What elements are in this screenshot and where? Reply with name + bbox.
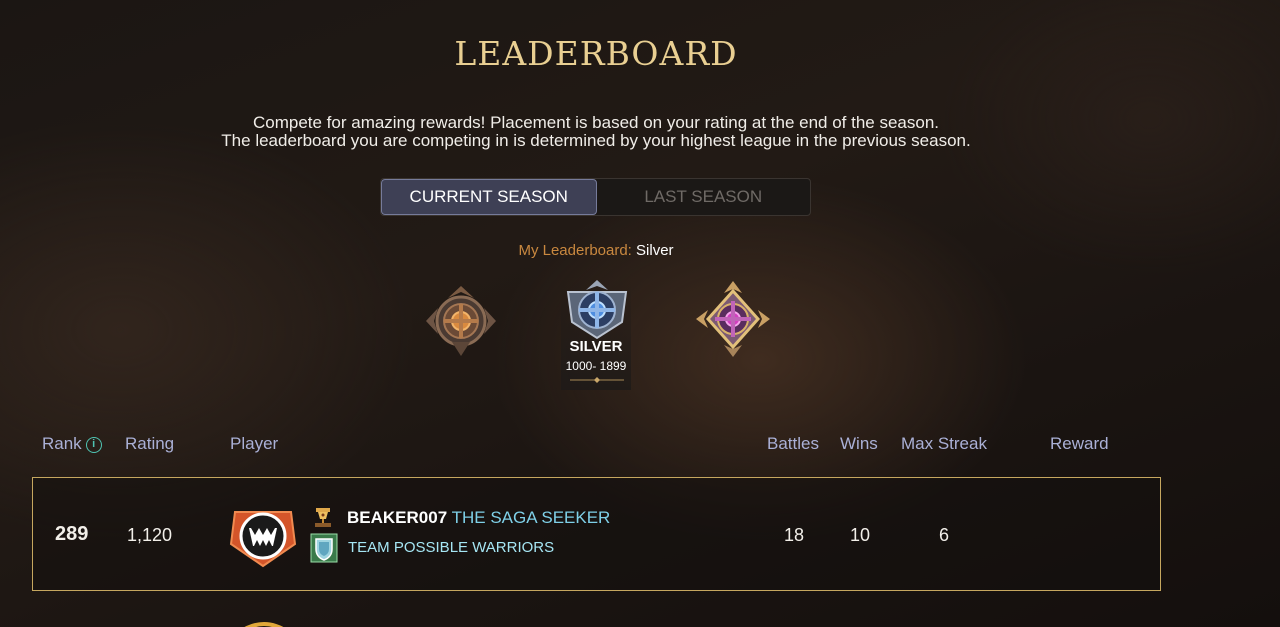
my-leaderboard: My Leaderboard: Silver	[0, 242, 1192, 259]
table-row[interactable]	[32, 477, 1161, 591]
guild-shield-icon[interactable]	[310, 533, 338, 563]
silver-league-icon[interactable]	[562, 280, 632, 340]
silver-league-range: 1000- 1899	[565, 359, 627, 373]
column-rank-label: Rank	[42, 434, 82, 453]
my-leaderboard-value: Silver	[636, 242, 674, 259]
row-battles: 18	[784, 525, 805, 545]
row-rating: 1,120	[127, 525, 173, 545]
row-wins: 10	[850, 525, 871, 545]
next-row-avatar-icon[interactable]	[230, 612, 310, 627]
description-line-2: The leaderboard you are competing in is …	[221, 131, 971, 150]
guild-name[interactable]: TEAM POSSIBLE WARRIORS	[348, 539, 554, 556]
column-player: Player	[230, 434, 279, 453]
my-leaderboard-label: My Leaderboard:	[518, 242, 632, 259]
column-wins: Wins	[840, 434, 878, 453]
column-reward: Reward	[1050, 434, 1109, 453]
silver-league-name: SILVER	[569, 338, 623, 355]
page-title: LEADERBOARD	[454, 34, 738, 73]
monster-avatar-icon[interactable]	[229, 504, 297, 568]
column-rank: Rank i	[42, 434, 102, 454]
title-trophy-icon	[315, 508, 331, 527]
info-icon[interactable]: i	[85, 437, 102, 453]
gold-league-icon[interactable]	[694, 279, 772, 359]
player-title: THE SAGA SEEKER	[451, 508, 611, 527]
player-name[interactable]: BEAKER007	[347, 508, 447, 527]
row-max-streak: 6	[939, 525, 950, 545]
column-battles: Battles	[767, 434, 819, 453]
season-tabs: CURRENT SEASON LAST SEASON	[380, 178, 811, 216]
player-identity: BEAKER007 THE SAGA SEEKER	[347, 508, 610, 528]
tab-current-season[interactable]: CURRENT SEASON	[381, 179, 597, 215]
leaderboard-description: Compete for amazing rewards! Placement i…	[0, 114, 1192, 150]
row-rank: 289	[55, 523, 89, 545]
tab-last-season[interactable]: LAST SEASON	[597, 179, 811, 215]
column-rating: Rating	[125, 434, 175, 453]
description-line-1: Compete for amazing rewards! Placement i…	[252, 113, 940, 132]
selected-league-underline	[570, 377, 624, 383]
bronze-league-icon[interactable]	[424, 284, 498, 358]
column-max-streak: Max Streak	[901, 434, 987, 453]
